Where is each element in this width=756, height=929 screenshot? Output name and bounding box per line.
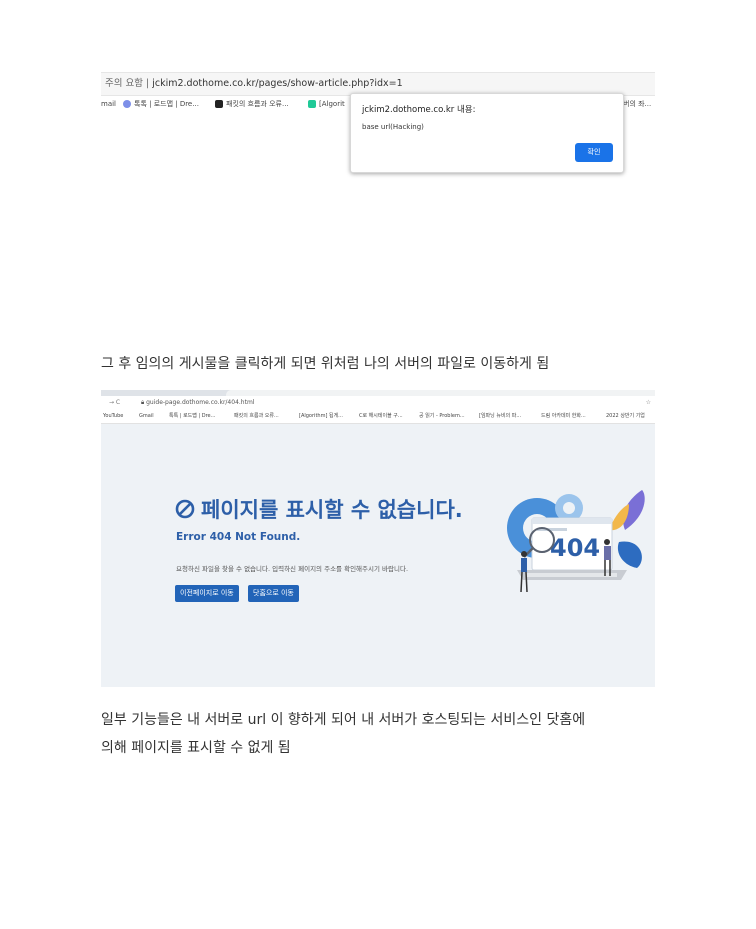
bookmark-item[interactable]: [Algorit xyxy=(308,95,345,113)
forbidden-icon xyxy=(175,499,195,519)
error-title: 페이지를 표시할 수 없습니다. xyxy=(175,494,463,524)
bookmark-item[interactable]: C로 해시테이블 구... xyxy=(359,410,403,423)
nav-buttons[interactable]: → C xyxy=(109,396,120,410)
prev-page-button[interactable]: 이전페이지로 이동 xyxy=(175,585,239,602)
paragraph-line: 의해 페이지를 표시할 수 없게 됨 xyxy=(101,740,291,756)
terminal-icon xyxy=(215,100,223,108)
error-subtitle: Error 404 Not Found. xyxy=(176,531,301,543)
alert-message: base url(Hacking) xyxy=(362,123,424,131)
bookmark-item[interactable]: mail xyxy=(101,95,116,113)
bookmark-item[interactable]: 패킷의 흐름과 오류... xyxy=(234,410,279,423)
bookmark-item[interactable]: [임파닝 뉴비의 파... xyxy=(479,410,521,423)
alert-dialog: jckim2.dothome.co.kr 내용: base url(Hackin… xyxy=(350,93,624,173)
bookmark-item[interactable]: 버의 좌... xyxy=(623,95,651,113)
address-url[interactable]: 🔒︎ guide-page.dothome.co.kr/404.html xyxy=(141,396,254,410)
roadmap-icon xyxy=(123,100,131,108)
home-button[interactable]: 닷홈으로 이동 xyxy=(248,585,299,602)
bookmark-item[interactable]: 톡톡 | 로드맵 | Dre... xyxy=(169,410,215,423)
alert-title: jckim2.dothome.co.kr 내용: xyxy=(362,105,476,115)
address-url[interactable]: jckim2.dothome.co.kr/pages/show-article.… xyxy=(152,78,402,89)
404-text: 404 xyxy=(550,534,600,562)
bookmark-item[interactable]: 드림 아카데미 한화... xyxy=(541,410,586,423)
address-bar[interactable]: → C 🔒︎ guide-page.dothome.co.kr/404.html… xyxy=(101,396,655,410)
security-warning[interactable]: 주의 요함 | xyxy=(101,78,149,89)
bookmarks-bar: YouTube Gmail 톡톡 | 로드맵 | Dre... 패킷의 흐름과 … xyxy=(101,410,655,424)
error-description: 요청하신 파일을 찾을 수 없습니다. 입력하신 페이지의 주소를 확인해주시기… xyxy=(176,565,409,573)
velog-icon xyxy=(308,100,316,108)
screenshot-404: → C 🔒︎ guide-page.dothome.co.kr/404.html… xyxy=(101,390,655,687)
bookmark-item[interactable]: 공 읽기 - Problem... xyxy=(419,410,465,423)
bookmark-item[interactable]: 패킷의 흐름과 오류... xyxy=(215,95,289,113)
bookmark-item[interactable]: YouTube xyxy=(103,410,123,423)
star-icon[interactable]: ☆ xyxy=(646,396,651,410)
404-illustration: 404 xyxy=(507,490,645,593)
bookmark-item[interactable]: 톡톡 | 로드맵 | Dre... xyxy=(123,95,199,113)
bookmark-item[interactable]: [Algorithm] 됩게... xyxy=(299,410,343,423)
bookmark-item[interactable]: Gmail xyxy=(139,410,154,423)
bookmark-item[interactable]: 2022 상반기 기업 xyxy=(606,410,645,423)
paragraph-text: 일부 기능들은 내 서버로 url 이 향하게 되어 내 서버가 호스팅되는 서… xyxy=(101,706,661,762)
paragraph-text: 그 후 임의의 게시물을 클릭하게 되면 위처럼 나의 서버의 파일로 이동하게… xyxy=(101,356,550,372)
alert-ok-button[interactable]: 확인 xyxy=(575,143,613,162)
paragraph-line: 일부 기능들은 내 서버로 url 이 향하게 되어 내 서버가 호스팅되는 서… xyxy=(101,712,586,728)
